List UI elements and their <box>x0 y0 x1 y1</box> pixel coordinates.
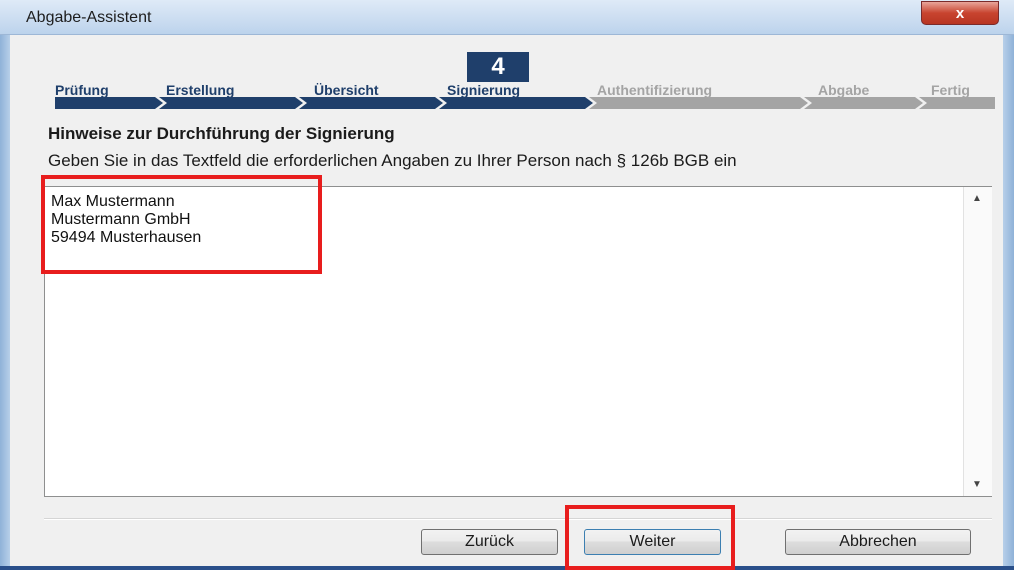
window-frame-right <box>1003 0 1014 570</box>
step-segment-authentifizierung <box>589 97 808 109</box>
dialog-window: Abgabe-Assistent x 4 Prüfung Erstellung … <box>0 0 1014 570</box>
title-bar[interactable]: Abgabe-Assistent x <box>0 0 1014 35</box>
step-label-signierung: Signierung <box>447 82 521 98</box>
instruction-text-clip: Geben Sie in das Textfeld die erforderli… <box>48 150 978 178</box>
close-icon: x <box>955 5 965 22</box>
step-label-abgabe: Abgabe <box>818 82 870 98</box>
step-label-authentifizierung: Authentifizierung <box>597 82 713 98</box>
textarea-scrollbar[interactable]: ▲ ▼ <box>963 187 992 496</box>
scroll-up-arrow-icon[interactable]: ▲ <box>972 193 982 204</box>
step-label-erstellung: Erstellung <box>166 82 235 98</box>
scroll-down-arrow-icon[interactable]: ▼ <box>972 479 982 490</box>
step-segment-fertig <box>919 97 995 109</box>
highlight-box-next-button <box>565 505 735 570</box>
back-button[interactable]: Zurück <box>421 529 558 555</box>
step-progress-bar <box>55 97 995 109</box>
close-button[interactable]: x <box>921 1 999 25</box>
instruction-text: Geben Sie in das Textfeld die erforderli… <box>48 151 737 170</box>
window-frame-bottom <box>0 566 1014 570</box>
section-heading: Hinweise zur Durchführung der Signierung <box>48 124 395 143</box>
highlight-box-textarea <box>41 175 322 274</box>
step-label-uebersicht: Übersicht <box>314 82 379 98</box>
step-segment-signierung <box>439 97 593 109</box>
step-segment-uebersicht <box>299 97 443 109</box>
window-title: Abgabe-Assistent <box>26 9 152 26</box>
footer-separator <box>44 518 992 520</box>
step-label-pruefung: Prüfung <box>55 82 109 98</box>
step-label-fertig: Fertig <box>931 82 970 98</box>
step-segment-pruefung <box>55 97 163 109</box>
step-segment-erstellung <box>159 97 303 109</box>
current-step-number: 4 <box>467 52 529 82</box>
window-frame-left <box>0 0 10 570</box>
step-segment-abgabe <box>804 97 923 109</box>
cancel-button[interactable]: Abbrechen <box>785 529 971 555</box>
